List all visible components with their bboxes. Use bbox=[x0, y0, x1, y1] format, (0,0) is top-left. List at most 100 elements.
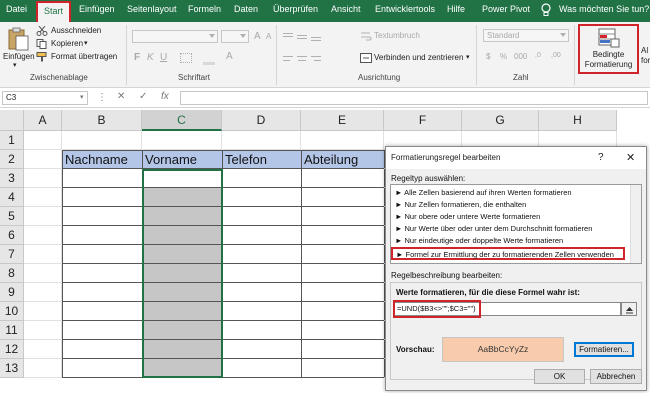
table-header-cell[interactable]: Telefon bbox=[222, 150, 302, 169]
column-header-e[interactable]: E bbox=[301, 110, 384, 131]
highlighted-cell[interactable] bbox=[142, 207, 223, 226]
table-cell[interactable] bbox=[301, 188, 385, 207]
vertical-align-icons[interactable] bbox=[283, 31, 343, 42]
underline-icon[interactable]: U bbox=[160, 52, 167, 63]
table-cell[interactable] bbox=[62, 169, 143, 188]
table-cell[interactable] bbox=[301, 245, 385, 264]
table-cell[interactable] bbox=[62, 283, 143, 302]
sheet-cell[interactable] bbox=[24, 131, 62, 150]
table-cell[interactable] bbox=[62, 359, 143, 378]
row-header[interactable]: 11 bbox=[0, 321, 24, 340]
row-header[interactable]: 2 bbox=[0, 150, 24, 169]
sheet-cell[interactable] bbox=[24, 321, 62, 340]
row-header[interactable]: 9 bbox=[0, 283, 24, 302]
tab-formeln[interactable]: Formeln bbox=[188, 4, 221, 14]
table-cell[interactable] bbox=[62, 302, 143, 321]
sheet-cell[interactable] bbox=[24, 264, 62, 283]
table-cell[interactable] bbox=[222, 169, 302, 188]
highlighted-cell[interactable] bbox=[142, 226, 223, 245]
rule-type-item[interactable]: ► Alle Zellen basierend auf ihren Werten… bbox=[395, 188, 572, 197]
table-cell[interactable] bbox=[222, 207, 302, 226]
column-header-g[interactable]: G bbox=[462, 110, 539, 131]
sheet-cell[interactable] bbox=[24, 226, 62, 245]
number-format-combo[interactable]: Standard bbox=[483, 29, 569, 42]
help-icon[interactable]: ? bbox=[598, 152, 604, 163]
column-header-d[interactable]: D bbox=[222, 110, 301, 131]
name-box-dropdown-icon[interactable]: ▾ bbox=[80, 93, 84, 101]
cancel-entry-icon[interactable]: ✕ bbox=[117, 91, 125, 102]
tab-seitenlayout[interactable]: Seitenlayout bbox=[127, 4, 177, 14]
table-cell[interactable] bbox=[301, 207, 385, 226]
row-header[interactable]: 7 bbox=[0, 245, 24, 264]
row-header[interactable]: 4 bbox=[0, 188, 24, 207]
ok-button[interactable]: OK bbox=[534, 369, 585, 384]
tab-start[interactable]: Start bbox=[36, 1, 72, 22]
column-header-f[interactable]: F bbox=[384, 110, 462, 131]
tab-entwicklertools[interactable]: Entwicklertools bbox=[375, 4, 435, 14]
table-header-cell[interactable]: Abteilung bbox=[301, 150, 385, 169]
table-cell[interactable] bbox=[301, 283, 385, 302]
table-cell[interactable] bbox=[301, 302, 385, 321]
sheet-cell[interactable] bbox=[24, 359, 62, 378]
format-button[interactable]: Formatieren... bbox=[574, 342, 634, 357]
row-header[interactable]: 8 bbox=[0, 264, 24, 283]
table-cell[interactable] bbox=[222, 264, 302, 283]
rule-list-scrollbar[interactable] bbox=[630, 185, 641, 263]
rule-type-item[interactable]: ► Nur Werte über oder unter dem Durchsch… bbox=[395, 224, 592, 233]
sheet-cell[interactable] bbox=[24, 245, 62, 264]
confirm-entry-icon[interactable]: ✓ bbox=[139, 91, 147, 102]
shrink-font-icon[interactable]: A bbox=[266, 32, 271, 41]
row-header[interactable]: 12 bbox=[0, 340, 24, 359]
sheet-cell[interactable] bbox=[301, 131, 384, 150]
rule-type-item[interactable]: ► Nur eindeutige oder doppelte Werte for… bbox=[395, 236, 563, 245]
tab-einfuegen[interactable]: Einfügen bbox=[79, 4, 115, 14]
format-painter-button[interactable]: Format übertragen bbox=[51, 52, 117, 61]
column-header-h[interactable]: H bbox=[539, 110, 617, 131]
paste-dropdown-icon[interactable]: ▾ bbox=[13, 61, 17, 69]
tab-daten[interactable]: Daten bbox=[234, 4, 258, 14]
table-cell[interactable] bbox=[222, 340, 302, 359]
table-header-cell[interactable]: Nachname bbox=[62, 150, 143, 169]
highlighted-cell[interactable] bbox=[142, 188, 223, 207]
column-header-b[interactable]: B bbox=[62, 110, 142, 131]
table-cell[interactable] bbox=[301, 340, 385, 359]
grow-font-icon[interactable]: A bbox=[254, 31, 261, 42]
close-icon[interactable]: ✕ bbox=[626, 151, 635, 164]
table-cell[interactable] bbox=[62, 264, 143, 283]
font-color-icon[interactable]: A bbox=[226, 51, 233, 62]
sheet-cell[interactable] bbox=[222, 131, 301, 150]
highlighted-cell[interactable] bbox=[142, 302, 223, 321]
highlighted-cell[interactable] bbox=[142, 283, 223, 302]
table-cell[interactable] bbox=[62, 188, 143, 207]
sheet-cell[interactable] bbox=[24, 283, 62, 302]
row-header[interactable]: 6 bbox=[0, 226, 24, 245]
highlighted-cell[interactable] bbox=[142, 264, 223, 283]
sheet-cell[interactable] bbox=[24, 302, 62, 321]
sheet-cell[interactable] bbox=[24, 188, 62, 207]
select-all-corner[interactable] bbox=[0, 110, 24, 131]
table-cell[interactable] bbox=[62, 340, 143, 359]
column-header-a[interactable]: A bbox=[24, 110, 62, 131]
table-cell[interactable] bbox=[222, 321, 302, 340]
table-cell[interactable] bbox=[62, 245, 143, 264]
increase-decimal-icon[interactable]: ,0 bbox=[535, 52, 541, 59]
italic-icon[interactable]: K bbox=[147, 52, 154, 63]
sheet-cell[interactable] bbox=[24, 207, 62, 226]
highlighted-cell[interactable] bbox=[142, 321, 223, 340]
merge-center-button[interactable]: Verbinden und zentrieren bbox=[374, 53, 463, 62]
bold-icon[interactable]: F bbox=[134, 52, 140, 63]
table-cell[interactable] bbox=[62, 226, 143, 245]
tab-datei[interactable]: Datei bbox=[6, 4, 27, 14]
borders-icon[interactable] bbox=[180, 53, 192, 63]
decrease-decimal-icon[interactable]: ,00 bbox=[551, 52, 561, 59]
thousands-format-icon[interactable]: 000 bbox=[514, 52, 527, 61]
row-header[interactable]: 5 bbox=[0, 207, 24, 226]
font-name-combo[interactable] bbox=[132, 30, 218, 43]
table-cell[interactable] bbox=[301, 264, 385, 283]
table-cell[interactable] bbox=[222, 245, 302, 264]
tab-ansicht[interactable]: Ansicht bbox=[331, 4, 361, 14]
cancel-button[interactable]: Abbrechen bbox=[590, 369, 642, 384]
conditional-formatting-button[interactable]: Bedingte Formatierung bbox=[578, 24, 639, 74]
row-header[interactable]: 1 bbox=[0, 131, 24, 150]
table-cell[interactable] bbox=[62, 321, 143, 340]
